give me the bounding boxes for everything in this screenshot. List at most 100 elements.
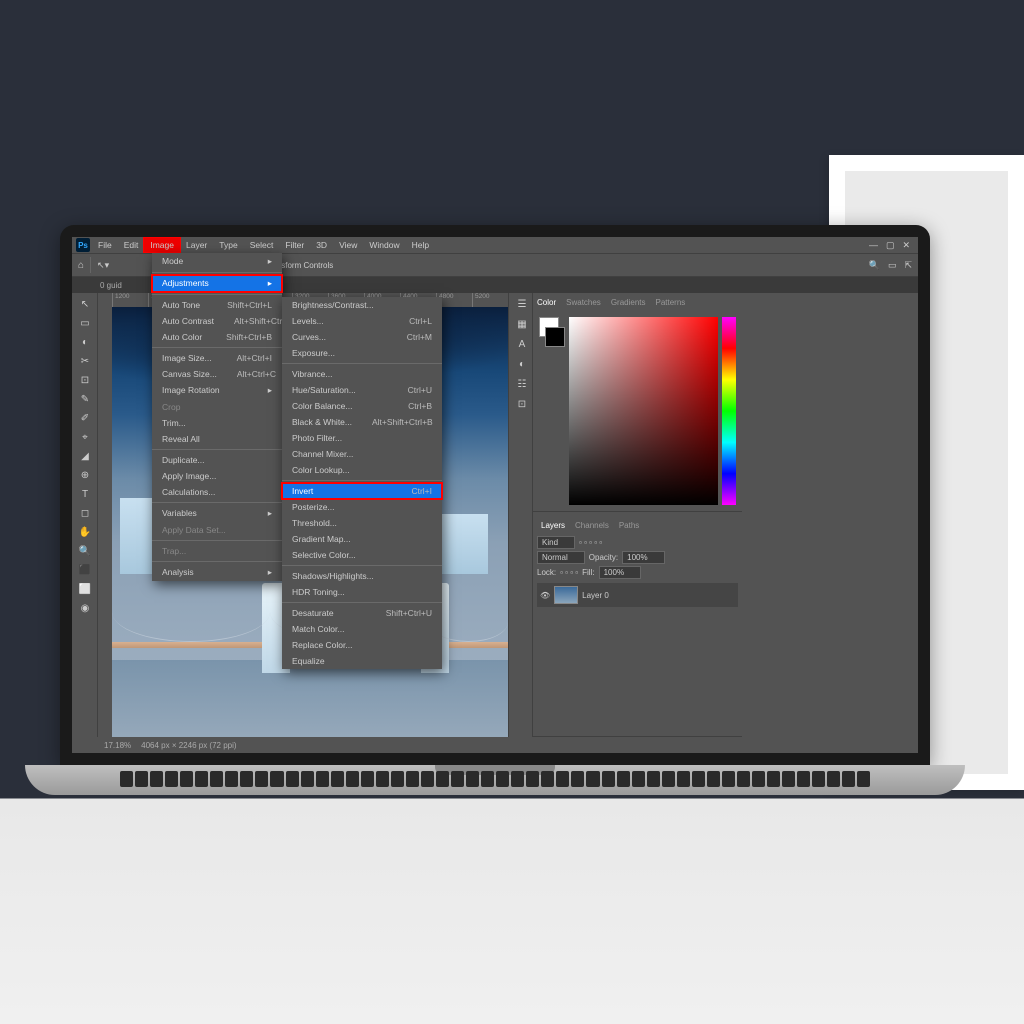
menu-item-reveal-all[interactable]: Reveal All [152, 431, 282, 447]
panel-icon[interactable]: ◐ [511, 355, 533, 373]
menu-item-analysis[interactable]: Analysis [152, 564, 282, 581]
tool-button[interactable]: ◉ [74, 599, 96, 617]
menu-item-mode[interactable]: Mode [152, 253, 282, 270]
menu-edit[interactable]: Edit [118, 238, 145, 252]
layer-name[interactable]: Layer 0 [582, 591, 609, 600]
menu-filter[interactable]: Filter [279, 238, 310, 252]
menu-item-color-balance[interactable]: Color Balance...Ctrl+B [282, 398, 442, 414]
menu-item-threshold[interactable]: Threshold... [282, 515, 442, 531]
menu-item-auto-color[interactable]: Auto ColorShift+Ctrl+B [152, 329, 282, 345]
panel-icon[interactable]: ⊡ [511, 395, 533, 413]
menu-file[interactable]: File [92, 238, 118, 252]
tool-button[interactable]: ✂ [74, 352, 96, 370]
menu-3d[interactable]: 3D [310, 238, 333, 252]
menu-item-calculations[interactable]: Calculations... [152, 484, 282, 500]
menu-item-brightness-contrast[interactable]: Brightness/Contrast... [282, 297, 442, 313]
menu-item-color-lookup[interactable]: Color Lookup... [282, 462, 442, 478]
menu-item-black-white[interactable]: Black & White...Alt+Shift+Ctrl+B [282, 414, 442, 430]
workspace-icon[interactable]: ▭ [888, 260, 897, 271]
menu-item-equalize[interactable]: Equalize [282, 653, 442, 669]
menu-item-image-size[interactable]: Image Size...Alt+Ctrl+I [152, 350, 282, 366]
menu-item-vibrance[interactable]: Vibrance... [282, 366, 442, 382]
opacity-input[interactable]: 100% [622, 551, 664, 564]
background-swatch[interactable] [545, 327, 565, 347]
blend-mode-select[interactable]: Normal [537, 551, 585, 564]
menu-item-trim[interactable]: Trim... [152, 415, 282, 431]
menu-item-exposure[interactable]: Exposure... [282, 345, 442, 361]
menu-item-selective-color[interactable]: Selective Color... [282, 547, 442, 563]
hue-slider[interactable] [722, 317, 736, 505]
share-icon[interactable]: ⇱ [904, 260, 912, 271]
menu-layer[interactable]: Layer [180, 238, 213, 252]
menu-select[interactable]: Select [244, 238, 280, 252]
color-field[interactable] [569, 317, 718, 505]
search-icon[interactable]: 🔍 [869, 260, 880, 271]
panel-icon[interactable]: ▦ [511, 315, 533, 333]
menu-item-curves[interactable]: Curves...Ctrl+M [282, 329, 442, 345]
tool-button[interactable]: ✐ [74, 409, 96, 427]
menu-help[interactable]: Help [406, 238, 435, 252]
tool-button[interactable]: ⬜ [74, 580, 96, 598]
menu-item-image-rotation[interactable]: Image Rotation [152, 382, 282, 399]
tool-button[interactable]: 🔍 [74, 542, 96, 560]
menu-type[interactable]: Type [213, 238, 243, 252]
tool-button[interactable]: ↖ [74, 295, 96, 313]
panel-icon[interactable]: ☰ [511, 295, 533, 313]
menu-item-canvas-size[interactable]: Canvas Size...Alt+Ctrl+C [152, 366, 282, 382]
visibility-icon[interactable]: 👁 [540, 591, 550, 600]
menu-item-match-color[interactable]: Match Color... [282, 621, 442, 637]
menu-item-gradient-map[interactable]: Gradient Map... [282, 531, 442, 547]
fill-input[interactable]: 100% [599, 566, 641, 579]
tool-button[interactable]: ◐ [74, 333, 96, 351]
menu-item-posterize[interactable]: Posterize... [282, 499, 442, 515]
tab-channels[interactable]: Channels [575, 521, 609, 530]
close-button[interactable]: ✕ [902, 240, 910, 251]
menu-item-invert[interactable]: InvertCtrl+I [282, 483, 442, 499]
tab-patterns[interactable]: Patterns [656, 298, 686, 307]
tool-preset-icon[interactable]: ↖▾ [97, 260, 109, 271]
tool-button[interactable]: ◢ [74, 447, 96, 465]
menu-view[interactable]: View [333, 238, 363, 252]
menu-item-levels[interactable]: Levels...Ctrl+L [282, 313, 442, 329]
tab-layers[interactable]: Layers [541, 521, 565, 530]
tool-button[interactable]: ◻ [74, 504, 96, 522]
minimize-button[interactable]: — [869, 240, 878, 251]
tab-gradients[interactable]: Gradients [611, 298, 646, 307]
menu-item-photo-filter[interactable]: Photo Filter... [282, 430, 442, 446]
tool-button[interactable]: ✋ [74, 523, 96, 541]
zoom-level[interactable]: 17.18% [104, 741, 131, 750]
panel-icon[interactable]: ☷ [511, 375, 533, 393]
menu-item-shadows-highlights[interactable]: Shadows/Highlights... [282, 568, 442, 584]
menu-item-variables[interactable]: Variables [152, 505, 282, 522]
tab-swatches[interactable]: Swatches [566, 298, 601, 307]
tool-button[interactable]: T [74, 485, 96, 503]
menu-item-duplicate[interactable]: Duplicate... [152, 452, 282, 468]
tab-paths[interactable]: Paths [619, 521, 639, 530]
layer-row[interactable]: 👁 Layer 0 [537, 583, 738, 607]
menu-item-desaturate[interactable]: DesaturateShift+Ctrl+U [282, 605, 442, 621]
tool-button[interactable]: ⬛ [74, 561, 96, 579]
menu-item-apply-image[interactable]: Apply Image... [152, 468, 282, 484]
tool-button[interactable]: ⊕ [74, 466, 96, 484]
menu-item-channel-mixer[interactable]: Channel Mixer... [282, 446, 442, 462]
menu-item-adjustments[interactable]: Adjustments [152, 275, 282, 292]
tab-color[interactable]: Color [537, 298, 556, 307]
tool-button[interactable]: ⊡ [74, 371, 96, 389]
layer-filter-select[interactable]: Kind [537, 536, 575, 549]
home-icon[interactable]: ⌂ [78, 260, 84, 271]
maximize-button[interactable]: ▢ [886, 240, 895, 251]
menu-item-replace-color[interactable]: Replace Color... [282, 637, 442, 653]
menu-item-apply-data-set: Apply Data Set... [152, 522, 282, 538]
document-tab[interactable]: 0 guid [100, 281, 122, 290]
tool-button[interactable]: ✎ [74, 390, 96, 408]
panel-icon[interactable]: A [511, 335, 533, 353]
menu-item-crop: Crop [152, 399, 282, 415]
tool-button[interactable]: ⌖ [74, 428, 96, 446]
menu-item-hue-saturation[interactable]: Hue/Saturation...Ctrl+U [282, 382, 442, 398]
menu-image[interactable]: Image [144, 238, 180, 252]
tool-button[interactable]: ▭ [74, 314, 96, 332]
menu-item-hdr-toning[interactable]: HDR Toning... [282, 584, 442, 600]
menu-item-auto-contrast[interactable]: Auto ContrastAlt+Shift+Ctrl+L [152, 313, 282, 329]
menu-window[interactable]: Window [363, 238, 405, 252]
menu-item-auto-tone[interactable]: Auto ToneShift+Ctrl+L [152, 297, 282, 313]
